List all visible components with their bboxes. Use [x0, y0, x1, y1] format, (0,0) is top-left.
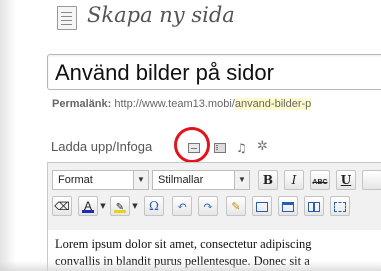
text-color-swatch [82, 210, 94, 213]
left-edge-shadow [0, 0, 16, 271]
highlight-circle [174, 127, 210, 163]
undo-button[interactable]: ↶ [172, 196, 192, 216]
eraser-icon: ⌫ [54, 201, 70, 213]
highlight-swatch [114, 210, 126, 213]
page-title: Skapa ny sida [87, 3, 235, 27]
editor-text-line: Lorem ipsum dolor sit amet, consectetur … [55, 237, 312, 251]
redo-button[interactable]: ↷ [198, 196, 218, 216]
format-select-value: Format [58, 174, 93, 186]
upload-insert-label: Ladda upp/Infoga [51, 139, 153, 154]
video-icon[interactable] [214, 143, 226, 153]
underline-button[interactable]: U [336, 170, 356, 190]
redo-icon: ↷ [202, 199, 214, 213]
omega-icon: Ω [149, 199, 159, 213]
table-cell-icon [334, 202, 346, 212]
special-char-button[interactable]: Ω [144, 196, 164, 216]
permalink-base: http://www.team13.mobi/ [114, 98, 235, 110]
more-button[interactable] [362, 170, 381, 190]
toolbar-row-1: Format ▼ Stilmallar ▼ B I ABC U [52, 170, 381, 192]
strikethrough-button[interactable]: ABC [310, 170, 330, 190]
undo-icon: ↶ [176, 199, 188, 213]
toolbar-row-2: ⌫ A ▼ ✎ ▼ Ω ↶ ↷ ✎ [52, 196, 381, 218]
chevron-down-icon: ▼ [234, 171, 249, 189]
table-icon [256, 202, 268, 212]
format-select[interactable]: Format ▼ [52, 170, 149, 190]
page-icon [57, 6, 77, 30]
table-col-icon [308, 202, 320, 212]
music-note-icon[interactable]: ♫ [236, 142, 247, 154]
table-row-button[interactable] [278, 196, 298, 216]
edit-button[interactable]: ✎ [226, 196, 246, 216]
gear-icon[interactable]: ✲ [257, 140, 268, 153]
style-select-value: Stilmallar [158, 174, 204, 186]
table-row-icon [282, 202, 294, 212]
bottom-edge-shadow [0, 261, 381, 271]
text-color-button[interactable]: A [78, 196, 98, 216]
eraser-button[interactable]: ⌫ [52, 196, 72, 216]
chevron-down-icon[interactable]: ▼ [99, 196, 107, 216]
screenshot-canvas: Skapa ny sida Använd bilder på sidor Per… [0, 0, 381, 271]
strikethrough-label: ABC [312, 179, 328, 186]
post-title-input[interactable]: Använd bilder på sidor [47, 54, 381, 90]
table-cell-button[interactable] [330, 196, 350, 216]
italic-button[interactable]: I [284, 170, 304, 190]
table-col-button[interactable] [304, 196, 324, 216]
chevron-down-icon[interactable]: ▼ [131, 196, 139, 216]
bold-button[interactable]: B [258, 170, 278, 190]
table-button[interactable] [252, 196, 272, 216]
permalink: Permalänk: http://www.team13.mobi/anvand… [52, 98, 312, 110]
chevron-down-icon: ▼ [133, 171, 148, 189]
pencil-icon: ✎ [231, 201, 241, 213]
permalink-label: Permalänk: [52, 98, 112, 110]
highlight-button[interactable]: ✎ [110, 196, 130, 216]
style-select[interactable]: Stilmallar ▼ [152, 170, 250, 190]
permalink-slug[interactable]: anvand-bilder-p [234, 98, 312, 110]
